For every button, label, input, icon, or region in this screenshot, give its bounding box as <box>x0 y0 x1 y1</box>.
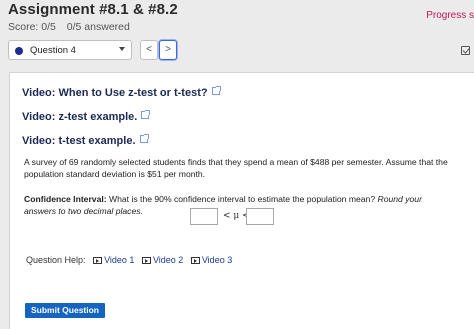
assignment-header: Assignment #8.1 & #8.2 Score: 0/5 0/5 an… <box>0 0 474 38</box>
caret-down-icon <box>119 47 125 51</box>
play-video-icon <box>141 257 151 264</box>
video-link-label: Video: t-test example. <box>22 135 136 147</box>
video-link-z-test[interactable]: Video: z-test example. <box>22 110 151 123</box>
external-link-icon <box>211 86 221 95</box>
help-video-3-link[interactable]: Video 3 <box>190 255 233 265</box>
help-video-label: Video 1 <box>104 255 135 265</box>
video-link-when-to-use[interactable]: Video: When to Use z-test or t-test? <box>22 86 221 99</box>
previous-question-button[interactable]: < <box>140 40 158 60</box>
ci-question: What is the 90% confidence interval to e… <box>106 194 378 204</box>
external-link-icon <box>139 134 149 143</box>
play-video-icon <box>93 257 103 264</box>
question-select-label: Question 4 <box>30 45 76 56</box>
question-select[interactable]: Question 4 <box>8 40 132 60</box>
question-status-dot-icon <box>15 47 23 55</box>
checkbox-icon[interactable] <box>461 46 470 55</box>
question-help-label: Question Help: <box>26 255 86 265</box>
score-line: Score: 0/5 0/5 answered <box>8 21 138 33</box>
question-nav-bar: Question 4 < > <box>8 40 474 62</box>
help-video-2-link[interactable]: Video 2 <box>141 255 184 265</box>
ci-label: Confidence Interval: <box>24 194 107 204</box>
answered-text: 0/5 answered <box>66 21 130 33</box>
help-video-label: Video 3 <box>201 255 233 265</box>
progress-link[interactable]: Progress s <box>426 10 474 21</box>
external-link-icon <box>141 110 151 119</box>
video-link-label: Video: When to Use z-test or t-test? <box>22 87 208 99</box>
video-link-t-test[interactable]: Video: t-test example. <box>22 134 149 147</box>
question-panel: Video: When to Use z-test or t-test? Vid… <box>9 72 474 329</box>
score-text: Score: 0/5 <box>8 21 56 33</box>
help-video-label: Video 2 <box>152 255 184 265</box>
next-question-button[interactable]: > <box>159 40 177 60</box>
question-help: Question Help: Video 1 Video 2 Video 3 <box>26 255 232 265</box>
upper-bound-input[interactable] <box>246 208 274 225</box>
submit-question-button[interactable]: Submit Question <box>25 303 105 318</box>
assignment-title: Assignment #8.1 & #8.2 <box>8 1 178 18</box>
problem-text: A survey of 69 randomly selected student… <box>24 157 448 179</box>
video-link-label: Video: z-test example. <box>22 111 138 123</box>
help-video-1-link[interactable]: Video 1 <box>93 255 134 265</box>
play-video-icon <box>190 257 200 264</box>
lower-bound-input[interactable] <box>190 208 218 225</box>
